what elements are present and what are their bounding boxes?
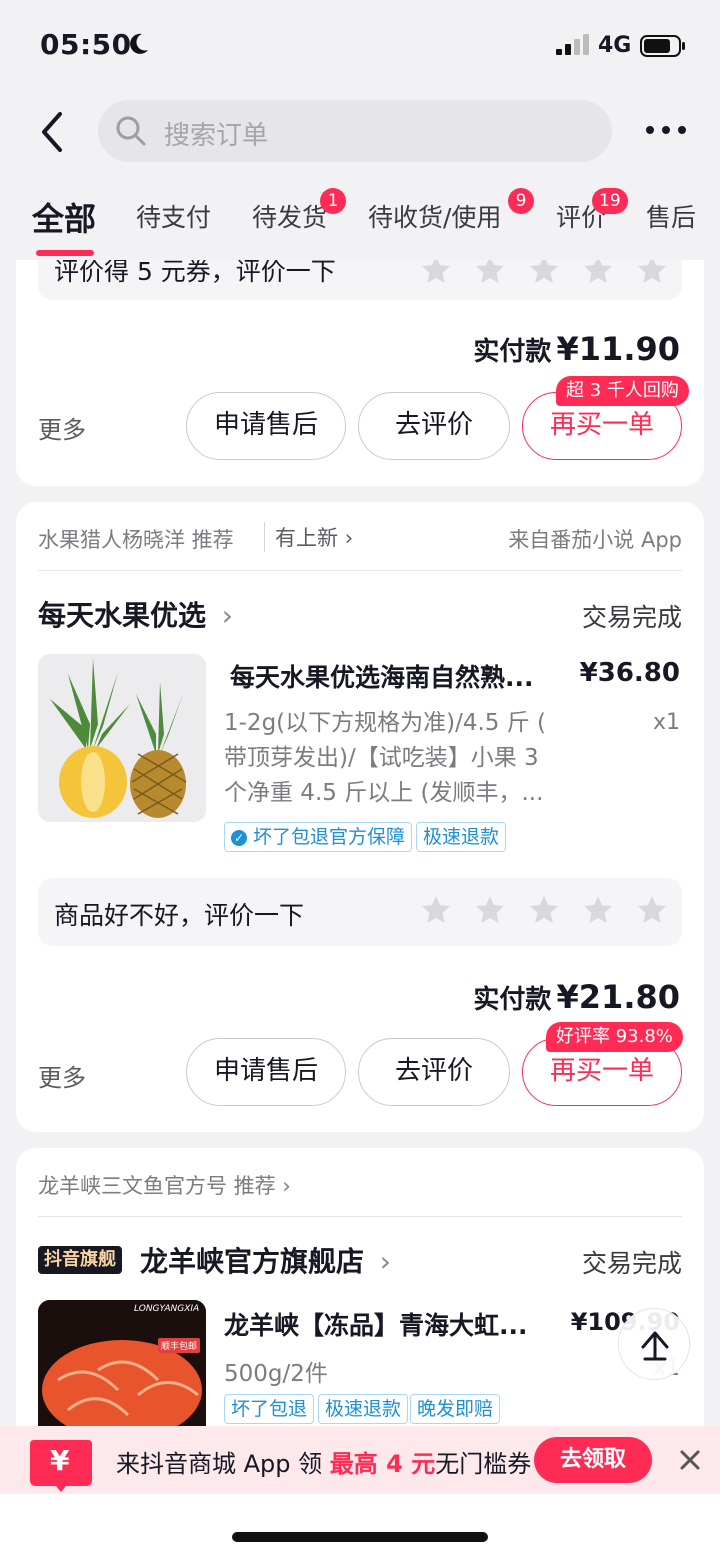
new-arrivals-label: 有上新 bbox=[275, 526, 338, 550]
tab-pending-payment[interactable]: 待支付 bbox=[136, 198, 211, 234]
tab-pending-shipment[interactable]: 待发货 bbox=[252, 198, 327, 234]
order-status: 交易完成 bbox=[581, 1249, 682, 1278]
back-button[interactable] bbox=[36, 110, 68, 154]
chevron-right-icon: › bbox=[344, 526, 354, 550]
product-spec: 1-2g(以下方规格为准)/4.5 斤 ( 带顶芽发出)/【试吃装】小果 3 个… bbox=[224, 706, 614, 811]
arrow-up-icon bbox=[641, 1331, 669, 1361]
home-indicator-area bbox=[0, 1494, 720, 1558]
rebuy-tip-badge: 超 3 千人回购 bbox=[556, 376, 689, 406]
tab-badge: 19 bbox=[592, 188, 628, 214]
shop-name-link[interactable]: 龙羊峡官方旗舰店 › bbox=[140, 1240, 391, 1280]
pineapple-image bbox=[38, 654, 206, 822]
divider bbox=[38, 1216, 682, 1217]
product-title[interactable]: 龙羊峡【冻品】青海大虹... bbox=[224, 1306, 528, 1342]
star-icon[interactable] bbox=[528, 894, 560, 926]
battery-icon bbox=[640, 35, 685, 57]
salmon-image bbox=[38, 1300, 206, 1440]
spec-line: 1-2g(以下方规格为准)/4.5 斤 ( bbox=[224, 710, 547, 736]
coupon-symbol: ¥ bbox=[50, 1444, 70, 1477]
product-price: ¥36.80 bbox=[579, 658, 680, 688]
fast-refund-tag[interactable]: 极速退款 bbox=[318, 1394, 409, 1424]
chevron-right-icon: › bbox=[282, 1174, 291, 1198]
close-icon[interactable] bbox=[678, 1448, 702, 1472]
fast-refund-tag[interactable]: 极速退款 bbox=[416, 822, 507, 852]
review-button[interactable]: 去评价 bbox=[358, 1038, 510, 1106]
spec-line: 带顶芽发出)/【试吃装】小果 3 bbox=[224, 745, 539, 771]
return-guarantee-tag[interactable]: 坏了包退 bbox=[224, 1394, 315, 1424]
rating-prompt: 商品好不好，评价一下 bbox=[54, 901, 305, 930]
app-source: 来自番茄小说 App bbox=[508, 528, 682, 552]
star-icon[interactable] bbox=[636, 894, 668, 926]
order-card: 水果猎人杨晓洋 推荐 有上新 › 来自番茄小说 App 每天水果优选 › 交易完… bbox=[16, 502, 704, 1132]
payment-summary: 实付款 ¥21.80 bbox=[473, 978, 680, 1016]
shop-name: 每天水果优选 bbox=[38, 599, 207, 632]
guarantee-tag[interactable]: ✓ 坏了包退官方保障 bbox=[224, 822, 413, 852]
tab-all[interactable]: 全部 bbox=[32, 194, 96, 240]
search-input[interactable]: 搜索订单 bbox=[98, 100, 612, 162]
spec-line: 个净重 4.5 斤以上 (发顺丰，... bbox=[224, 780, 544, 806]
coupon-banner[interactable]: ¥ 来抖音商城 App 领 最高 4 元无门槛券 去领取 bbox=[0, 1426, 720, 1494]
star-icon[interactable] bbox=[582, 894, 614, 926]
thumbnail-badge: 顺丰包邮 bbox=[158, 1338, 201, 1353]
rating-bar[interactable]: 商品好不好，评价一下 bbox=[38, 878, 682, 946]
recommend-link[interactable]: 龙羊峡三文鱼官方号 推荐 › bbox=[38, 1170, 291, 1200]
scroll-to-top-button[interactable] bbox=[618, 1308, 690, 1380]
thumbnail-brand: LONGYANGXIA bbox=[134, 1304, 200, 1314]
search-row: 搜索订单 bbox=[0, 92, 720, 172]
new-arrivals-link[interactable]: 有上新 › bbox=[264, 522, 353, 552]
rebuy-tip-badge: 好评率 93.8% bbox=[546, 1022, 683, 1052]
tab-after-sales[interactable]: 售后 bbox=[646, 198, 696, 234]
coupon-icon: ¥ bbox=[26, 1436, 96, 1492]
more-options-icon[interactable] bbox=[644, 120, 688, 140]
product-quantity: x1 bbox=[652, 710, 680, 735]
payment-amount: ¥11.90 bbox=[556, 330, 680, 368]
recommend-source: 龙羊峡三文鱼官方号 推荐 bbox=[38, 1174, 276, 1198]
active-tab-indicator bbox=[36, 250, 94, 256]
tab-badge: 1 bbox=[320, 188, 346, 214]
after-sale-button[interactable]: 申请售后 bbox=[186, 1038, 346, 1106]
guarantee-label: 坏了包退官方保障 bbox=[253, 826, 406, 848]
payment-amount: ¥21.80 bbox=[556, 978, 680, 1016]
more-link[interactable]: 更多 bbox=[38, 410, 86, 445]
moon-icon bbox=[130, 33, 148, 54]
divider bbox=[38, 570, 682, 571]
banner-text-b: 无门槛券 bbox=[435, 1450, 532, 1478]
status-bar: 05:50 4G bbox=[0, 0, 720, 92]
order-status: 交易完成 bbox=[581, 603, 682, 632]
order-tabs: 全部 待支付 待发货 1 待收货/使用 9 评价 19 售后 bbox=[0, 172, 720, 260]
tab-badge: 9 bbox=[508, 188, 534, 214]
star-icon[interactable] bbox=[474, 894, 506, 926]
claim-coupon-button[interactable]: 去领取 bbox=[534, 1437, 652, 1483]
review-button[interactable]: 去评价 bbox=[358, 392, 510, 460]
banner-text: 来抖音商城 App 领 最高 4 元无门槛券 bbox=[116, 1444, 531, 1479]
shield-check-icon: ✓ bbox=[231, 830, 247, 846]
tab-pending-receipt[interactable]: 待收货/使用 bbox=[368, 198, 501, 234]
product-thumbnail[interactable] bbox=[38, 654, 206, 822]
home-indicator[interactable] bbox=[232, 1532, 488, 1542]
more-link[interactable]: 更多 bbox=[38, 1058, 86, 1093]
banner-text-a: 来抖音商城 App 领 bbox=[116, 1450, 330, 1478]
after-sale-button[interactable]: 申请售后 bbox=[186, 392, 346, 460]
recommend-source: 水果猎人杨晓洋 推荐 bbox=[38, 528, 234, 552]
search-icon bbox=[116, 116, 146, 146]
payment-summary: 实付款 ¥11.90 bbox=[473, 330, 680, 368]
chevron-right-icon: › bbox=[221, 599, 233, 632]
shop-name: 龙羊峡官方旗舰店 bbox=[140, 1245, 365, 1278]
payment-label: 实付款 bbox=[473, 985, 552, 1015]
shop-name-link[interactable]: 每天水果优选 › bbox=[38, 594, 233, 634]
late-delivery-compensation-tag[interactable]: 晚发即赔 bbox=[410, 1394, 501, 1424]
star-icon[interactable] bbox=[420, 894, 452, 926]
status-time: 05:50 bbox=[40, 28, 132, 61]
order-card: 龙羊峡三文鱼官方号 推荐 › 抖音旗舰 龙羊峡官方旗舰店 › 交易完成 LONG… bbox=[16, 1148, 704, 1448]
search-placeholder: 搜索订单 bbox=[164, 121, 269, 151]
chevron-right-icon: › bbox=[379, 1245, 391, 1278]
payment-label: 实付款 bbox=[473, 337, 552, 367]
product-spec: 500g/2件 bbox=[224, 1361, 328, 1387]
network-label: 4G bbox=[598, 33, 632, 58]
flagship-badge: 抖音旗舰 bbox=[38, 1246, 122, 1274]
banner-highlight: 最高 4 元 bbox=[329, 1450, 436, 1478]
signal-icon bbox=[556, 34, 589, 55]
rating-stars bbox=[420, 894, 668, 926]
product-title[interactable]: 每天水果优选海南自然熟... bbox=[230, 658, 534, 694]
